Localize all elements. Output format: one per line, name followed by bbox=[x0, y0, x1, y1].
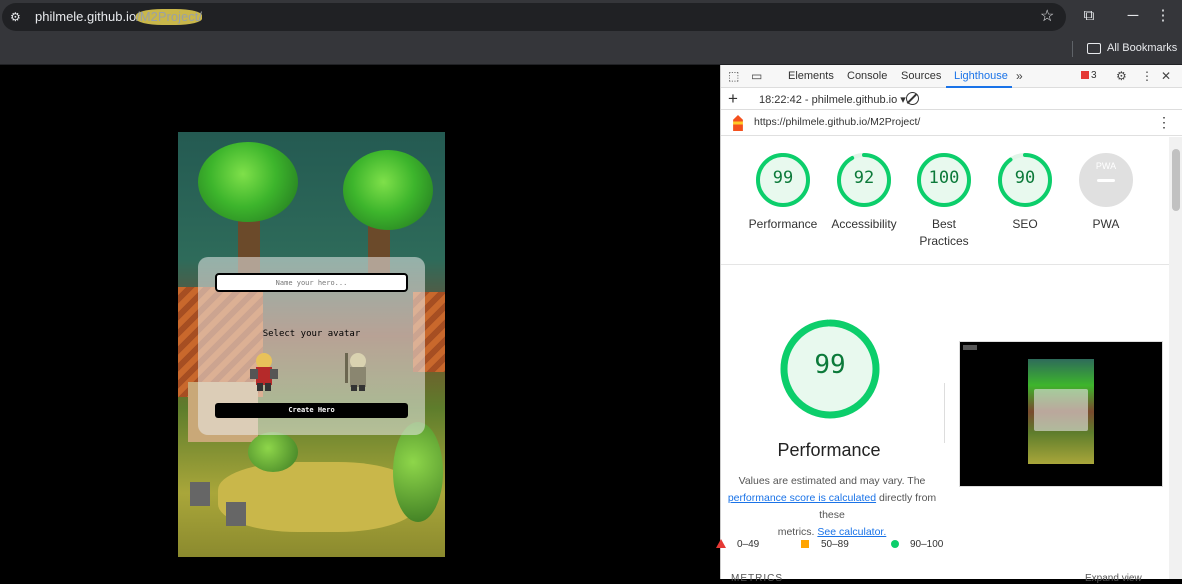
report-selector[interactable]: 18:22:42 - philmele.github.io ▾ bbox=[759, 93, 906, 106]
performance-big-title: Performance bbox=[777, 440, 881, 460]
pass-circle-icon bbox=[891, 540, 899, 548]
url-host: philmele.github.io bbox=[35, 9, 137, 24]
description-line-3: metrics. bbox=[777, 526, 815, 538]
gauge-performance[interactable]: 99 Performance bbox=[748, 152, 818, 231]
scrollbar-thumb[interactable] bbox=[1172, 149, 1180, 211]
url-path: /M2Project/ bbox=[136, 9, 202, 25]
hero-name-input[interactable] bbox=[215, 273, 408, 292]
more-tabs-icon[interactable]: » bbox=[1016, 69, 1023, 83]
gauge-score: 92 bbox=[853, 168, 875, 188]
tab-console[interactable]: Console bbox=[847, 70, 887, 82]
score-gauges: 99 Performance 92 Accessibility 100 Best Prac… bbox=[721, 137, 1169, 265]
device-toolbar-icon[interactable]: ▭ bbox=[751, 69, 762, 83]
issues-count: 3 bbox=[1091, 70, 1097, 81]
dirt-path bbox=[218, 462, 418, 532]
gauge-label: Performance bbox=[748, 217, 818, 231]
tab-sources[interactable]: Sources bbox=[901, 70, 941, 82]
game-scene: Select your avatar bbox=[178, 132, 445, 557]
menu-kebab-icon[interactable]: ⋮ bbox=[1154, 8, 1172, 24]
clear-reports-icon[interactable] bbox=[906, 92, 919, 105]
gauge-score: PWA bbox=[1095, 161, 1117, 171]
address-bar[interactable]: ⚙ philmele.github.io/M2Project/ ☆ bbox=[2, 3, 1066, 31]
issues-badge[interactable]: 3 bbox=[1081, 70, 1097, 81]
extensions-icon[interactable]: ⧉ bbox=[1080, 8, 1098, 24]
profile-icon[interactable]: ─ bbox=[1124, 8, 1142, 24]
bookmark-star-icon[interactable]: ☆ bbox=[1040, 8, 1054, 26]
gauge-accessibility[interactable]: 92 Accessibility bbox=[829, 152, 899, 231]
see-calculator-link[interactable]: See calculator. bbox=[817, 526, 886, 538]
devtools-panel: ⬚ ▭ Elements Console Sources Lighthouse … bbox=[716, 65, 1182, 584]
report-time: 18:22:42 - philmele.github.io bbox=[759, 94, 898, 106]
legend-fail: 0–49 bbox=[737, 539, 760, 550]
all-bookmarks-button[interactable]: All Bookmarks bbox=[1107, 42, 1177, 54]
close-devtools-icon[interactable]: ✕ bbox=[1161, 69, 1171, 83]
site-info-icon[interactable]: ⚙ bbox=[10, 10, 24, 24]
browser-toolbar: ⚙ philmele.github.io/M2Project/ ☆ ⧉ ─ ⋮ bbox=[0, 0, 1182, 34]
gauge-label: SEO bbox=[1012, 217, 1038, 231]
bush bbox=[248, 432, 298, 472]
address-url[interactable]: philmele.github.io/M2Project/ bbox=[35, 9, 202, 25]
gauge-score: 100 bbox=[928, 168, 960, 188]
lighthouse-toolbar: + 18:22:42 - philmele.github.io ▾ bbox=[721, 88, 1182, 110]
gauge-seo[interactable]: 90 SEO bbox=[990, 152, 1060, 231]
gauge-label: Best Practices bbox=[919, 217, 969, 248]
devtools-tabbar: ⬚ ▭ Elements Console Sources Lighthouse … bbox=[721, 65, 1182, 88]
new-report-icon[interactable]: + bbox=[728, 89, 738, 109]
description-line-1: Values are estimated and may vary. The bbox=[738, 475, 926, 487]
gauge-score: 99 bbox=[772, 168, 794, 188]
screenshot-panel-preview bbox=[1034, 389, 1088, 431]
browser-window: ⚙ philmele.github.io/M2Project/ ☆ ⧉ ─ ⋮ … bbox=[0, 0, 1182, 584]
stone-block bbox=[190, 482, 210, 506]
devtools-scrollbar[interactable] bbox=[1169, 137, 1182, 579]
tab-lighthouse[interactable]: Lighthouse bbox=[954, 70, 1008, 82]
pwa-badge-icon bbox=[1097, 179, 1115, 182]
performance-description: Values are estimated and may vary. The p… bbox=[721, 473, 943, 541]
average-square-icon bbox=[801, 540, 809, 548]
report-options-icon[interactable]: ⋮ bbox=[1157, 114, 1171, 131]
final-screenshot bbox=[959, 341, 1163, 487]
legend-pass: 90–100 bbox=[910, 539, 944, 550]
lighthouse-url-bar: https://philmele.github.io/M2Project/ ⋮ bbox=[721, 110, 1182, 136]
devtools-menu-icon[interactable]: ⋮ bbox=[1141, 69, 1153, 83]
bush bbox=[393, 422, 443, 522]
gauge-pwa[interactable]: PWA PWA bbox=[1071, 152, 1141, 231]
gauge-label: Accessibility bbox=[831, 217, 897, 231]
tab-elements[interactable]: Elements bbox=[788, 70, 834, 82]
legend-average: 50–89 bbox=[821, 539, 849, 550]
gauge-best-practices[interactable]: 100 Best Practices bbox=[909, 152, 979, 248]
gauge-score: 90 bbox=[1014, 168, 1036, 188]
page-viewport: Select your avatar bbox=[0, 65, 720, 579]
tree bbox=[198, 142, 298, 222]
stone-block bbox=[226, 502, 246, 526]
score-calculated-link[interactable]: performance score is calculated bbox=[728, 492, 876, 504]
performance-big-score: 99 bbox=[814, 350, 846, 380]
inspect-element-icon[interactable]: ⬚ bbox=[728, 69, 739, 83]
settings-gear-icon[interactable]: ⚙ bbox=[1116, 69, 1127, 83]
hero-creation-panel: Select your avatar bbox=[198, 257, 425, 435]
avatar-knight[interactable] bbox=[242, 349, 286, 393]
report-url: https://philmele.github.io/M2Project/ bbox=[754, 116, 921, 128]
folder-icon bbox=[1087, 43, 1101, 54]
bookmarks-bar: All Bookmarks bbox=[0, 34, 1182, 65]
lighthouse-logo-icon bbox=[733, 115, 743, 131]
select-avatar-label: Select your avatar bbox=[262, 329, 361, 339]
gauge-label: PWA bbox=[1092, 217, 1120, 231]
screenshot-game-preview bbox=[1028, 359, 1094, 464]
bookmarks-divider bbox=[1072, 41, 1073, 57]
tree bbox=[343, 150, 433, 230]
section-divider bbox=[944, 383, 945, 443]
create-hero-button[interactable]: Create Hero bbox=[215, 403, 408, 418]
screenshot-tag bbox=[963, 345, 977, 350]
avatar-elf[interactable] bbox=[336, 349, 380, 393]
fail-triangle-icon bbox=[716, 539, 726, 548]
